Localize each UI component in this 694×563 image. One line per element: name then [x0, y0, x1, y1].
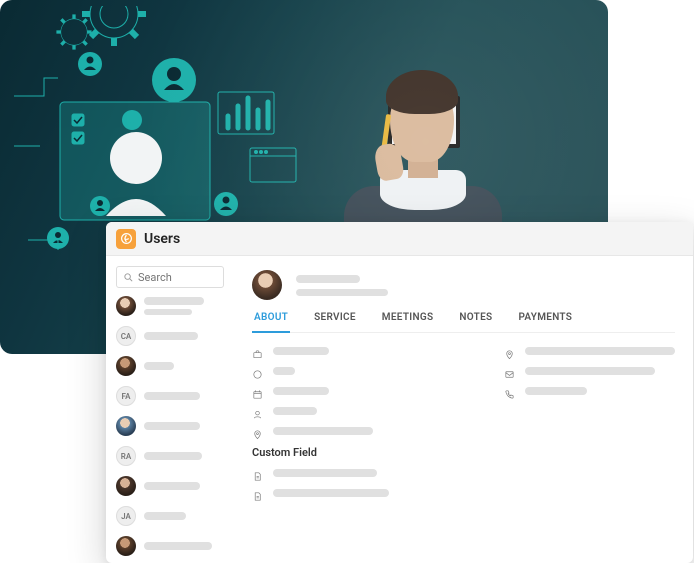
user-list-item[interactable] [116, 296, 224, 316]
user-list-item[interactable] [116, 476, 224, 496]
user-name-placeholder [144, 422, 200, 430]
user-avatar: CA [116, 326, 136, 346]
user-avatar: RA [116, 446, 136, 466]
doc-icon [252, 487, 263, 498]
user-list-item[interactable]: CA [116, 326, 224, 346]
briefcase-icon [252, 345, 263, 356]
doc-icon [252, 467, 263, 478]
field-value-placeholder [273, 407, 317, 415]
user-name-placeholder [144, 392, 200, 400]
tab-service[interactable]: SERVICE [312, 312, 358, 332]
user-avatar: FA [116, 386, 136, 406]
sign-line2: HARD [400, 122, 448, 140]
user-name-placeholder [144, 309, 192, 315]
fields-left [252, 345, 472, 436]
field-row [504, 365, 675, 376]
app-logo-icon [116, 229, 136, 249]
field-row [252, 467, 675, 478]
field-row [252, 365, 472, 376]
calendar-icon [252, 385, 263, 396]
user-name-placeholder [144, 512, 186, 520]
user-avatar [116, 476, 136, 496]
marker-icon [504, 345, 515, 356]
user-name-placeholder [144, 452, 202, 460]
user-name-placeholder [144, 542, 212, 550]
sign-line1: WOR [400, 104, 448, 122]
user-list-item[interactable] [116, 356, 224, 376]
user-name-placeholder [144, 362, 174, 370]
field-row [252, 425, 472, 436]
field-value-placeholder [273, 347, 329, 355]
field-value-placeholder [273, 387, 329, 395]
phone-icon [504, 385, 515, 396]
user-list-item[interactable] [116, 536, 224, 556]
user-name-placeholder [144, 332, 198, 340]
tab-about[interactable]: ABOUT [252, 312, 290, 333]
field-value-placeholder [273, 427, 373, 435]
field-value-placeholder [273, 489, 389, 497]
field-row [252, 405, 472, 416]
user-list-item[interactable]: FA [116, 386, 224, 406]
sign-board: WOR HARD [388, 96, 460, 148]
user-avatar [116, 536, 136, 556]
search-input[interactable] [138, 271, 217, 284]
panel-header: Users [106, 222, 693, 256]
users-sidebar: CAFARAJAJA [106, 256, 234, 563]
detail-sub-placeholder [296, 289, 388, 296]
user-avatar: JA [116, 506, 136, 526]
tab-meetings[interactable]: MEETINGS [380, 312, 436, 332]
user-icon [252, 405, 263, 416]
user-avatar [116, 356, 136, 376]
field-row [252, 345, 472, 356]
field-row [504, 345, 675, 356]
marker-icon [252, 425, 263, 436]
tab-notes[interactable]: NOTES [457, 312, 494, 332]
detail-tabs: ABOUT SERVICE MEETINGS NOTES PAYMENTS [252, 312, 675, 333]
user-avatar [116, 416, 136, 436]
tab-payments[interactable]: PAYMENTS [516, 312, 574, 332]
user-list-item[interactable] [116, 416, 224, 436]
fields-right [504, 345, 675, 436]
custom-fields [252, 467, 675, 498]
field-row [504, 385, 675, 396]
user-list: CAFARAJAJA [116, 296, 224, 563]
field-value-placeholder [525, 347, 675, 355]
detail-name-placeholder [296, 275, 360, 283]
detail-avatar [252, 270, 282, 300]
field-value-placeholder [525, 387, 587, 395]
circle-icon [252, 365, 263, 376]
users-panel: Users CAFARAJAJA ABOUTSERVICEMEETINGSNOT… [106, 222, 693, 563]
mail-icon [504, 365, 515, 376]
field-row [252, 487, 675, 498]
user-list-item[interactable]: JA [116, 506, 224, 526]
custom-fields-label: Custom Field [252, 446, 675, 459]
field-value-placeholder [273, 367, 295, 375]
user-list-item[interactable]: RA [116, 446, 224, 466]
field-value-placeholder [525, 367, 655, 375]
user-name-placeholder [144, 482, 200, 490]
search-icon [123, 272, 134, 283]
detail-header [252, 270, 675, 300]
user-avatar [116, 296, 136, 316]
field-row [252, 385, 472, 396]
user-detail: ABOUT SERVICE MEETINGS NOTES PAYMENTS Custom… [234, 256, 693, 563]
field-value-placeholder [273, 469, 377, 477]
search-box[interactable] [116, 266, 224, 288]
user-name-placeholder [144, 297, 204, 305]
panel-title: Users [144, 231, 180, 247]
